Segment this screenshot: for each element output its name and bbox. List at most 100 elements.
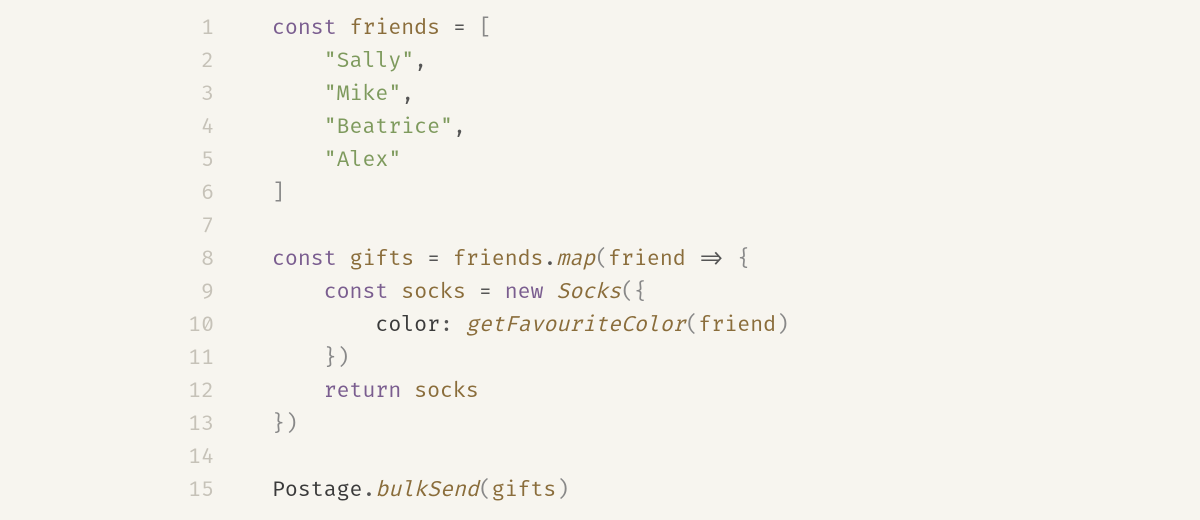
code-content: }): [272, 408, 298, 441]
token-ws: [492, 280, 505, 305]
token-ws: [466, 16, 479, 41]
token-op: =: [453, 16, 466, 41]
token-pun: ): [776, 313, 789, 338]
token-ws: [453, 313, 466, 338]
token-pun: }: [324, 346, 337, 371]
code-line: 11 }): [0, 342, 1200, 375]
token-var: gifts: [350, 247, 415, 272]
code-line: 1const friends = [: [0, 12, 1200, 45]
code-content: "Mike",: [272, 78, 414, 111]
token-ws: [440, 247, 453, 272]
token-kw: const: [272, 16, 337, 41]
token-kw: const: [324, 280, 389, 305]
token-cls: Postage: [272, 478, 362, 503]
line-number: 5: [0, 144, 272, 177]
code-line: 4 "Beatrice",: [0, 111, 1200, 144]
token-pun: ): [556, 478, 569, 503]
code-content: Postage.bulkSend(gifts): [272, 474, 569, 507]
token-op: ,: [453, 115, 466, 140]
line-number: 14: [0, 441, 272, 474]
token-var: socks: [401, 280, 466, 305]
code-line: 5 "Alex": [0, 144, 1200, 177]
token-ws: [272, 49, 324, 74]
token-pun: (: [479, 478, 492, 503]
token-ws: [440, 16, 453, 41]
line-number: 6: [0, 177, 272, 210]
token-var: gifts: [492, 478, 557, 503]
code-line: 10 color: getFavouriteColor(friend): [0, 309, 1200, 342]
token-pun: {: [634, 280, 647, 305]
token-op: :: [440, 313, 453, 338]
token-pun: {: [737, 247, 750, 272]
token-ws: [388, 280, 401, 305]
token-fn: Socks: [556, 280, 621, 305]
token-op: =>: [699, 247, 725, 272]
code-editor: 1const friends = [2 "Sally",3 "Mike",4 "…: [0, 0, 1200, 507]
line-number: 11: [0, 342, 272, 375]
token-var: friend: [608, 247, 686, 272]
line-number: 1: [0, 12, 272, 45]
line-number: 2: [0, 45, 272, 78]
token-ws: [337, 247, 350, 272]
code-line: 14: [0, 441, 1200, 474]
code-content: "Beatrice",: [272, 111, 466, 144]
line-number: 13: [0, 408, 272, 441]
code-line: 2 "Sally",: [0, 45, 1200, 78]
token-fn: bulkSend: [375, 478, 478, 503]
token-op: ,: [401, 82, 414, 107]
line-number: 12: [0, 375, 272, 408]
token-ws: [272, 313, 375, 338]
token-ws: [543, 280, 556, 305]
token-ws: [337, 16, 350, 41]
token-var: socks: [414, 379, 479, 404]
code-line: 6]: [0, 177, 1200, 210]
token-op: .: [543, 247, 556, 272]
token-fn: getFavouriteColor: [466, 313, 686, 338]
token-prop: color: [375, 313, 440, 338]
token-pun: (: [595, 247, 608, 272]
line-number: 15: [0, 474, 272, 507]
token-str: "Sally": [324, 49, 414, 74]
token-fn: map: [556, 247, 595, 272]
token-op: =: [427, 247, 440, 272]
line-number: 4: [0, 111, 272, 144]
token-pun: ]: [272, 181, 285, 206]
code-line: 12 return socks: [0, 375, 1200, 408]
token-ws: [272, 82, 324, 107]
token-pun: }: [272, 412, 285, 437]
code-content: return socks: [272, 375, 479, 408]
token-ws: [401, 379, 414, 404]
token-ws: [272, 115, 324, 140]
code-content: "Sally",: [272, 45, 427, 78]
token-str: "Beatrice": [324, 115, 453, 140]
token-pun: (: [686, 313, 699, 338]
line-number: 9: [0, 276, 272, 309]
token-kw: const: [272, 247, 337, 272]
token-op: .: [362, 478, 375, 503]
code-content: const socks = new Socks({: [272, 276, 647, 309]
token-pun: ): [337, 346, 350, 371]
token-ws: [272, 346, 324, 371]
token-kw: new: [505, 280, 544, 305]
token-ws: [272, 379, 324, 404]
code-content: const gifts = friends.map(friend => {: [272, 243, 750, 276]
token-str: "Alex": [324, 148, 402, 173]
token-kw: return: [324, 379, 402, 404]
token-op: ,: [414, 49, 427, 74]
token-ws: [724, 247, 737, 272]
token-ws: [272, 280, 324, 305]
code-content: const friends = [: [272, 12, 492, 45]
code-line: 7: [0, 210, 1200, 243]
token-op: =: [479, 280, 492, 305]
line-number: 10: [0, 309, 272, 342]
token-pun: [: [479, 16, 492, 41]
code-content: "Alex": [272, 144, 401, 177]
line-number: 7: [0, 210, 272, 243]
line-number: 3: [0, 78, 272, 111]
line-number: 8: [0, 243, 272, 276]
code-line: 13}): [0, 408, 1200, 441]
token-ws: [414, 247, 427, 272]
token-ws: [686, 247, 699, 272]
token-str: "Mike": [324, 82, 402, 107]
token-var: friends: [453, 247, 543, 272]
